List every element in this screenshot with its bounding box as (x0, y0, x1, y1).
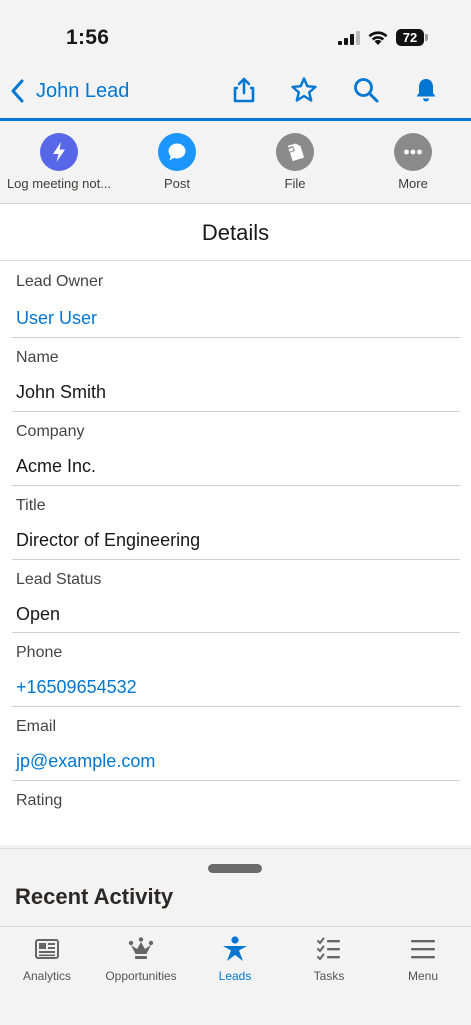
battery-indicator: 72 (396, 29, 430, 46)
action-icon-circle (276, 133, 314, 171)
action-log-meeting[interactable]: Log meeting not... (0, 121, 118, 203)
field-label: Phone (16, 644, 63, 661)
navigation-bar: John Lead (0, 62, 471, 121)
action-label: Post (163, 176, 190, 191)
share-icon[interactable] (230, 76, 258, 104)
tab-opportunities[interactable]: Opportunities (94, 927, 188, 1025)
details-header: Details (0, 204, 471, 261)
chat-bubble-icon (168, 143, 186, 161)
tab-label: Opportunities (105, 969, 177, 983)
field-value: Acme Inc. (16, 456, 97, 476)
recent-activity-title: Recent Activity (15, 884, 174, 909)
action-more[interactable]: More (354, 121, 471, 203)
action-file[interactable]: File (236, 121, 354, 203)
tasks-checklist-icon (317, 937, 340, 961)
field-value: Open (16, 604, 61, 624)
field-label: Company (16, 423, 85, 440)
battery-level: 72 (402, 30, 418, 45)
divider (12, 780, 460, 781)
quick-actions-bar: Log meeting not... Post File More (0, 121, 471, 204)
field-label: Title (16, 497, 46, 514)
divider (12, 411, 460, 412)
bottom-tab-bar: Analytics Opportunities Leads Tasks Menu (0, 926, 471, 1025)
tab-label: Tasks (313, 969, 345, 983)
divider (12, 485, 460, 486)
tab-label: Leads (218, 969, 252, 983)
back-chevron-icon[interactable] (8, 78, 28, 104)
notifications-bell-icon[interactable] (412, 76, 440, 104)
divider (12, 706, 460, 707)
more-icon (404, 149, 422, 155)
status-bar: 1:56 72 (0, 0, 471, 62)
field-label: Lead Owner (16, 273, 104, 290)
action-icon-circle (394, 133, 432, 171)
menu-icon (411, 940, 435, 959)
wifi-icon (368, 31, 388, 45)
field-value-link[interactable]: User User (16, 308, 97, 329)
action-icon-circle (40, 133, 78, 171)
tab-analytics[interactable]: Analytics (0, 927, 94, 1025)
divider (12, 337, 460, 338)
crown-icon (128, 937, 154, 959)
action-label: Log meeting not... (6, 176, 112, 191)
tab-label: Menu (407, 969, 439, 983)
divider (12, 559, 460, 560)
bolt-icon (53, 142, 65, 162)
field-label: Lead Status (16, 571, 102, 588)
tab-tasks[interactable]: Tasks (282, 927, 376, 1025)
field-value: Director of Engineering (16, 530, 201, 550)
star-icon[interactable] (290, 76, 318, 104)
status-time: 1:56 (66, 26, 110, 49)
recent-activity-sheet[interactable]: Recent Activity (0, 848, 471, 929)
field-value-link[interactable]: +16509654532 (16, 677, 137, 698)
file-icon (287, 143, 305, 162)
field-label: Rating (16, 792, 63, 809)
analytics-icon (35, 939, 59, 959)
action-post[interactable]: Post (118, 121, 236, 203)
field-label: Email (16, 718, 57, 735)
divider (12, 632, 460, 633)
action-label: File (284, 176, 306, 191)
tab-label: Analytics (22, 969, 72, 983)
action-icon-circle (158, 133, 196, 171)
battery-tip (425, 34, 428, 41)
lead-person-icon (223, 936, 247, 961)
tab-leads[interactable]: Leads (188, 927, 282, 1025)
sheet-grab-handle[interactable] (208, 864, 262, 873)
cellular-signal-icon (338, 31, 360, 45)
field-value-link[interactable]: jp@example.com (16, 751, 155, 772)
action-label: More (398, 176, 428, 191)
field-label: Name (16, 349, 59, 366)
details-panel: Lead Owner User User Name John Smith Com… (0, 261, 471, 845)
details-title: Details (201, 220, 270, 245)
search-icon[interactable] (352, 76, 380, 104)
tab-menu[interactable]: Menu (376, 927, 470, 1025)
field-value: John Smith (16, 382, 107, 402)
record-title[interactable]: John Lead (36, 80, 129, 103)
